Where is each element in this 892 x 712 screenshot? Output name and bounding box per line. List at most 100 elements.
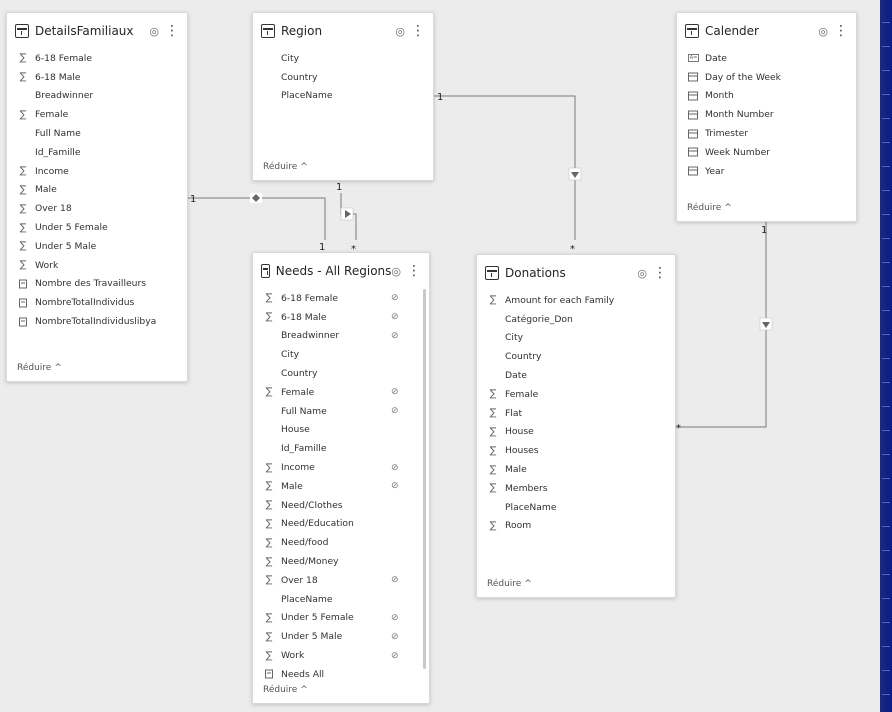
field-row[interactable]: City	[477, 329, 675, 348]
field-row[interactable]: ∑ 6-18 Female ⊘	[253, 289, 429, 308]
field-row[interactable]: ∑ Female	[7, 105, 187, 124]
field-row[interactable]: Catégorie_Don	[477, 310, 675, 329]
field-row[interactable]: Country	[253, 68, 433, 87]
field-row[interactable]: ∑ Need/Money	[253, 552, 429, 571]
hidden-eye-icon[interactable]: ⊘	[391, 406, 399, 416]
table-card-calender[interactable]: Calender ◎ ⋮ A= Date Day of the Week Month M…	[676, 12, 857, 222]
field-row[interactable]: City	[253, 49, 433, 68]
field-row[interactable]: Full Name ⊘	[253, 402, 429, 421]
field-row[interactable]: ∑ Male	[7, 181, 187, 200]
field-row[interactable]: Day of the Week	[677, 68, 856, 87]
field-row[interactable]: ∑ Female	[477, 385, 675, 404]
collapse-link[interactable]: Réduire ^	[487, 579, 532, 589]
field-row[interactable]: ∑ Houses	[477, 441, 675, 460]
collapse-link[interactable]: Réduire ^	[263, 685, 308, 695]
table-header[interactable]: Donations ◎ ⋮	[477, 255, 675, 291]
field-row[interactable]: Date	[477, 366, 675, 385]
field-row[interactable]: ∑ Female ⊘	[253, 383, 429, 402]
field-row[interactable]: NombreTotalIndividuslibya	[7, 312, 187, 331]
field-row[interactable]: ∑ Under 5 Male ⊘	[253, 627, 429, 646]
table-card-detailsfamiliaux[interactable]: DetailsFamiliaux ◎ ⋮ ∑ 6-18 Female ∑ 6-18 M…	[6, 12, 188, 382]
table-header[interactable]: Needs - All Regions ◎ ⋮	[253, 253, 429, 289]
field-row[interactable]: City	[253, 345, 429, 364]
field-row[interactable]: PlaceName	[477, 498, 675, 517]
field-row[interactable]: PlaceName	[253, 590, 429, 609]
more-options-icon[interactable]: ⋮	[411, 23, 425, 39]
more-options-icon[interactable]: ⋮	[407, 263, 421, 279]
hidden-eye-icon[interactable]: ⊘	[391, 312, 399, 322]
field-row[interactable]: NombreTotalIndividus	[7, 293, 187, 312]
field-row[interactable]: Id_Famille	[7, 143, 187, 162]
field-row[interactable]: ∑ Work ⊘	[253, 646, 429, 665]
eye-icon[interactable]: ◎	[149, 25, 159, 38]
field-row[interactable]: Week Number	[677, 143, 856, 162]
field-row[interactable]: Country	[477, 347, 675, 366]
field-row[interactable]: ∑ Under 5 Female ⊘	[253, 609, 429, 628]
hidden-eye-icon[interactable]: ⊘	[391, 481, 399, 491]
hidden-eye-icon[interactable]: ⊘	[391, 632, 399, 642]
table-card-needs-all-regions[interactable]: Needs - All Regions ◎ ⋮ ∑ 6-18 Female ⊘ ∑ 6-…	[252, 252, 430, 704]
field-row[interactable]: ∑ Need/food	[253, 533, 429, 552]
field-row[interactable]: ∑ Income ⊘	[253, 458, 429, 477]
field-row[interactable]: Full Name	[7, 124, 187, 143]
eye-icon[interactable]: ◎	[395, 25, 405, 38]
field-row[interactable]: ∑ Income	[7, 162, 187, 181]
field-row[interactable]: ∑ Over 18 ⊘	[253, 571, 429, 590]
field-row[interactable]: Breadwinner ⊘	[253, 327, 429, 346]
relationship-calender-donations[interactable]	[676, 222, 767, 428]
field-row[interactable]: ∑ 6-18 Male ⊘	[253, 308, 429, 327]
field-row[interactable]: ∑ Need/Education	[253, 515, 429, 534]
hidden-eye-icon[interactable]: ⊘	[391, 293, 399, 303]
field-row[interactable]: ∑ Flat	[477, 404, 675, 423]
eye-icon[interactable]: ◎	[637, 267, 647, 280]
eye-icon[interactable]: ◎	[818, 25, 828, 38]
table-card-region[interactable]: Region ◎ ⋮ City Country PlaceName Réduire …	[252, 12, 434, 181]
field-row[interactable]: Month	[677, 87, 856, 106]
field-row[interactable]: ∑ 6-18 Female	[7, 49, 187, 68]
field-row[interactable]: ∑ 6-18 Male	[7, 68, 187, 87]
field-row[interactable]: ∑ Over 18	[7, 199, 187, 218]
field-row[interactable]: Nombre des Travailleurs	[7, 275, 187, 294]
field-row[interactable]: Breadwinner	[7, 87, 187, 106]
table-header[interactable]: Calender ◎ ⋮	[677, 13, 856, 49]
field-row[interactable]: Country	[253, 364, 429, 383]
field-row[interactable]: ∑ Under 5 Male	[7, 237, 187, 256]
field-row[interactable]: Needs All	[253, 665, 429, 684]
hidden-eye-icon[interactable]: ⊘	[391, 651, 399, 661]
more-options-icon[interactable]: ⋮	[165, 23, 179, 39]
table-header[interactable]: DetailsFamiliaux ◎ ⋮	[7, 13, 187, 49]
field-row[interactable]: ∑ Need/Clothes	[253, 496, 429, 515]
more-options-icon[interactable]: ⋮	[653, 265, 667, 281]
field-row[interactable]: ∑ Members	[477, 479, 675, 498]
collapse-link[interactable]: Réduire ^	[263, 162, 308, 172]
field-row[interactable]: A= Date	[677, 49, 856, 68]
hidden-eye-icon[interactable]: ⊘	[391, 387, 399, 397]
collapse-link[interactable]: Réduire ^	[687, 203, 732, 213]
collapse-link[interactable]: Réduire ^	[17, 363, 62, 373]
field-row[interactable]: ∑ Room	[477, 517, 675, 536]
more-options-icon[interactable]: ⋮	[834, 23, 848, 39]
eye-icon[interactable]: ◎	[391, 265, 401, 278]
field-row[interactable]: PlaceName	[253, 87, 433, 106]
field-row[interactable]: Trimester	[677, 124, 856, 143]
hidden-eye-icon[interactable]: ⊘	[391, 463, 399, 473]
field-row[interactable]: ∑ Work	[7, 256, 187, 275]
field-row[interactable]: ∑ Amount for each Family	[477, 291, 675, 310]
field-row[interactable]: ∑ Male ⊘	[253, 477, 429, 496]
table-card-donations[interactable]: Donations ◎ ⋮ ∑ Amount for each Family Cat…	[476, 254, 676, 598]
field-row[interactable]: Id_Famille	[253, 439, 429, 458]
field-row[interactable]: Year	[677, 162, 856, 181]
hidden-eye-icon[interactable]: ⊘	[391, 613, 399, 623]
field-row[interactable]: ∑ Under 5 Female	[7, 218, 187, 237]
field-label: Full Name	[281, 405, 327, 417]
field-row[interactable]: Month Number	[677, 105, 856, 124]
relationship-details-needs[interactable]	[188, 197, 326, 240]
field-row[interactable]: ∑ House	[477, 423, 675, 442]
table-header[interactable]: Region ◎ ⋮	[253, 13, 433, 49]
field-row[interactable]: House	[253, 421, 429, 440]
field-row[interactable]: ∑ Male	[477, 460, 675, 479]
hidden-eye-icon[interactable]: ⊘	[391, 575, 399, 585]
hidden-eye-icon[interactable]: ⊘	[391, 331, 399, 341]
relationship-region-donations[interactable]	[434, 95, 576, 240]
scrollbar[interactable]	[423, 289, 426, 669]
